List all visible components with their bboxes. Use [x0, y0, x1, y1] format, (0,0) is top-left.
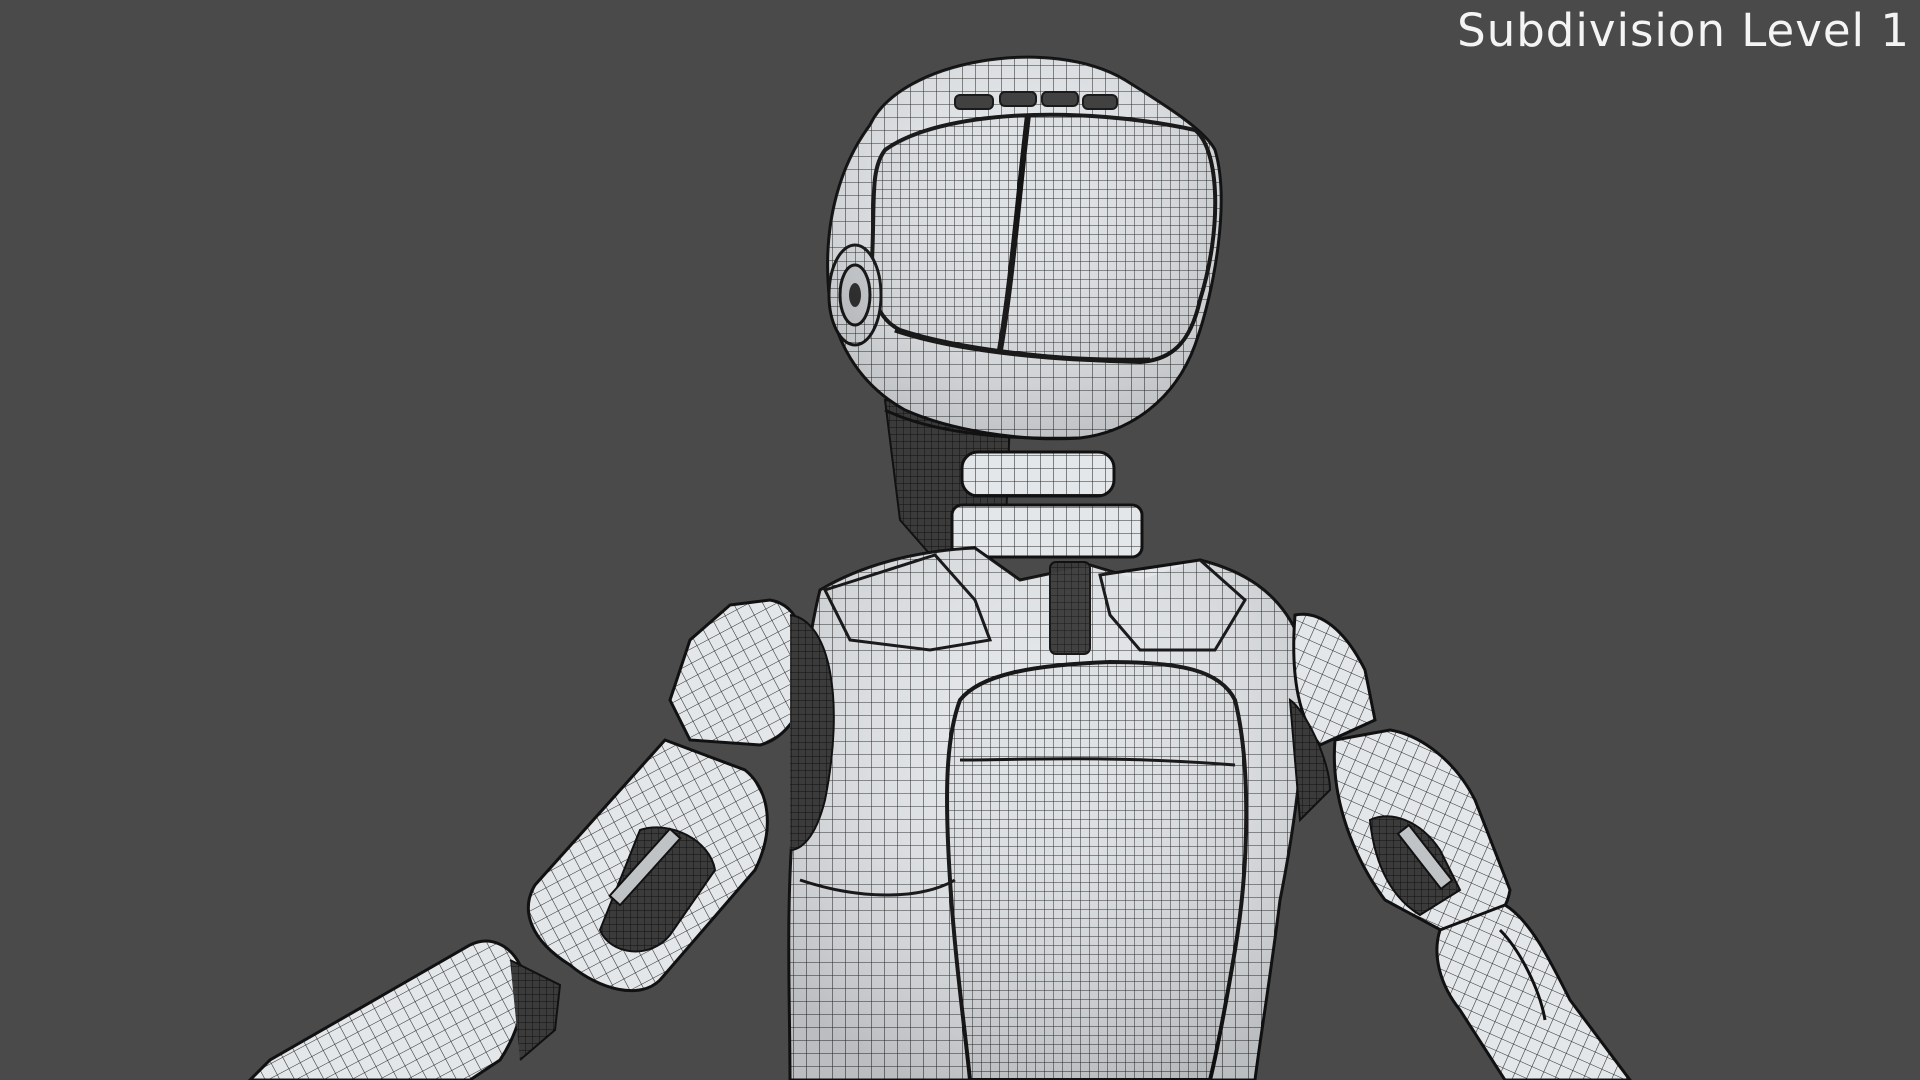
left-arm-mesh [247, 738, 769, 1080]
subdivision-level-label: Subdivision Level 1 [1457, 4, 1910, 57]
render-viewport: Subdivision Level 1 [0, 0, 1920, 1080]
robot-wireframe-model-icon [247, 55, 1632, 1080]
torso-mesh [787, 546, 1306, 1080]
right-arm-mesh [1332, 728, 1632, 1080]
helmet-mesh [826, 55, 1223, 441]
